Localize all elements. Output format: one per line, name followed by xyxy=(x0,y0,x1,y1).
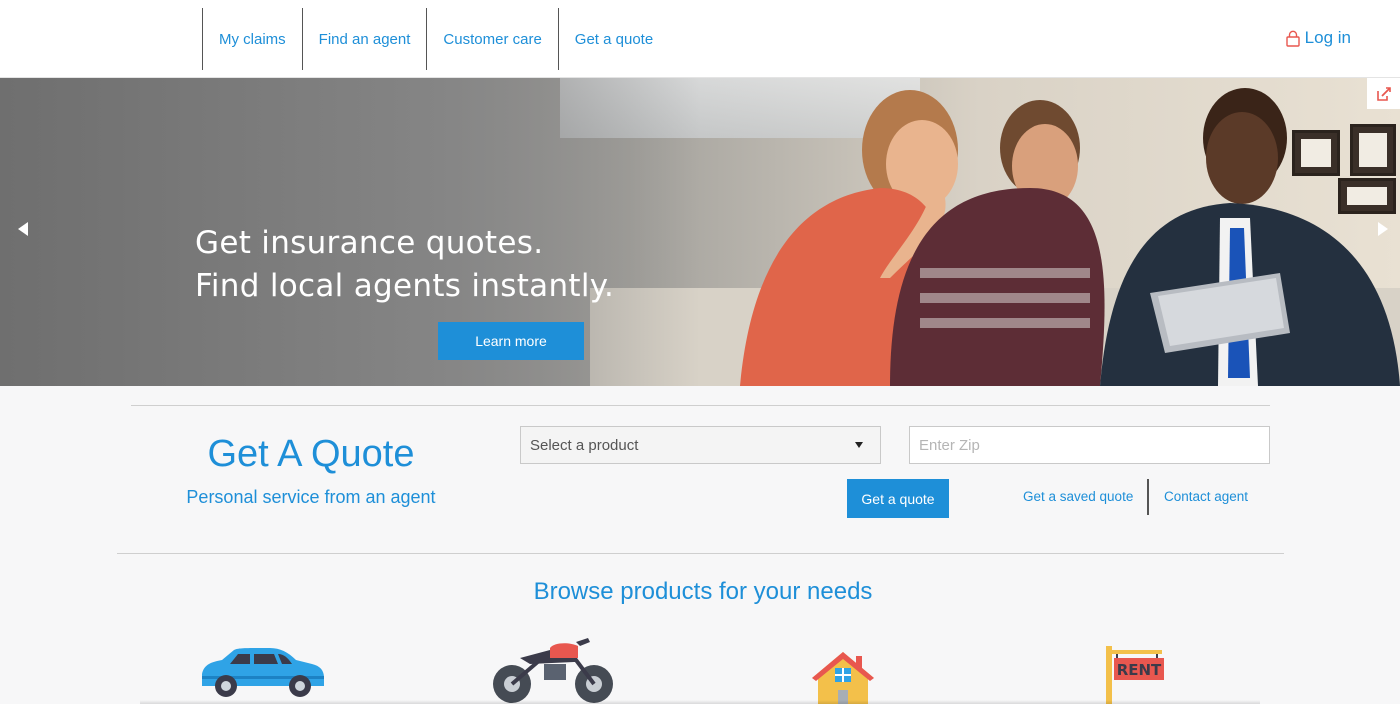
hero-people-illustration xyxy=(590,88,1400,386)
motorcycle-icon[interactable] xyxy=(490,636,618,704)
lock-icon xyxy=(1285,30,1300,47)
product-list: RENT xyxy=(0,630,1400,704)
car-icon[interactable] xyxy=(198,646,326,698)
main-nav: My claims Find an agent Customer care Ge… xyxy=(202,8,669,70)
learn-more-button[interactable]: Learn more xyxy=(438,322,584,360)
arrow-left-icon[interactable] xyxy=(18,222,28,236)
browse-title: Browse products for your needs xyxy=(533,578,873,605)
nav-item-get-a-quote[interactable]: Get a quote xyxy=(557,8,669,70)
feedback-tab[interactable] xyxy=(1367,78,1400,109)
product-select[interactable]: Select a product xyxy=(520,426,881,464)
quote-subtitle: Personal service from an agent xyxy=(186,487,436,507)
link-divider xyxy=(1147,479,1149,515)
site-header: My claims Find an agent Customer care Ge… xyxy=(0,0,1400,78)
product-select-value: Select a product xyxy=(530,436,639,454)
external-edit-icon xyxy=(1376,86,1391,101)
get-quote-button[interactable]: Get a quote xyxy=(847,479,949,518)
nav-item-find-an-agent[interactable]: Find an agent xyxy=(301,8,427,70)
hero-banner: Get insurance quotes. Find local agents … xyxy=(0,78,1400,386)
section-divider xyxy=(131,405,1270,406)
rent-sign-text: RENT xyxy=(1117,661,1162,679)
quote-title: Get A Quote xyxy=(207,433,415,475)
login-label: Log in xyxy=(1304,28,1351,47)
hero-headline: Get insurance quotes. Find local agents … xyxy=(195,222,614,308)
zip-input[interactable] xyxy=(909,426,1270,464)
saved-quote-link[interactable]: Get a saved quote xyxy=(1023,489,1133,504)
nav-item-my-claims[interactable]: My claims xyxy=(202,8,302,70)
hero-headline-line2: Find local agents instantly. xyxy=(195,268,615,304)
rent-sign-icon[interactable]: RENT xyxy=(1104,646,1168,704)
login-link[interactable]: Log in xyxy=(1285,28,1351,48)
bottom-shadow xyxy=(140,700,1260,704)
arrow-right-icon[interactable] xyxy=(1378,222,1388,236)
section-divider xyxy=(117,553,1284,554)
caret-down-icon xyxy=(855,442,863,448)
hero-headline-line1: Get insurance quotes. xyxy=(195,225,544,261)
contact-agent-link[interactable]: Contact agent xyxy=(1164,489,1248,504)
nav-item-customer-care[interactable]: Customer care xyxy=(426,8,557,70)
house-icon[interactable] xyxy=(810,650,876,704)
